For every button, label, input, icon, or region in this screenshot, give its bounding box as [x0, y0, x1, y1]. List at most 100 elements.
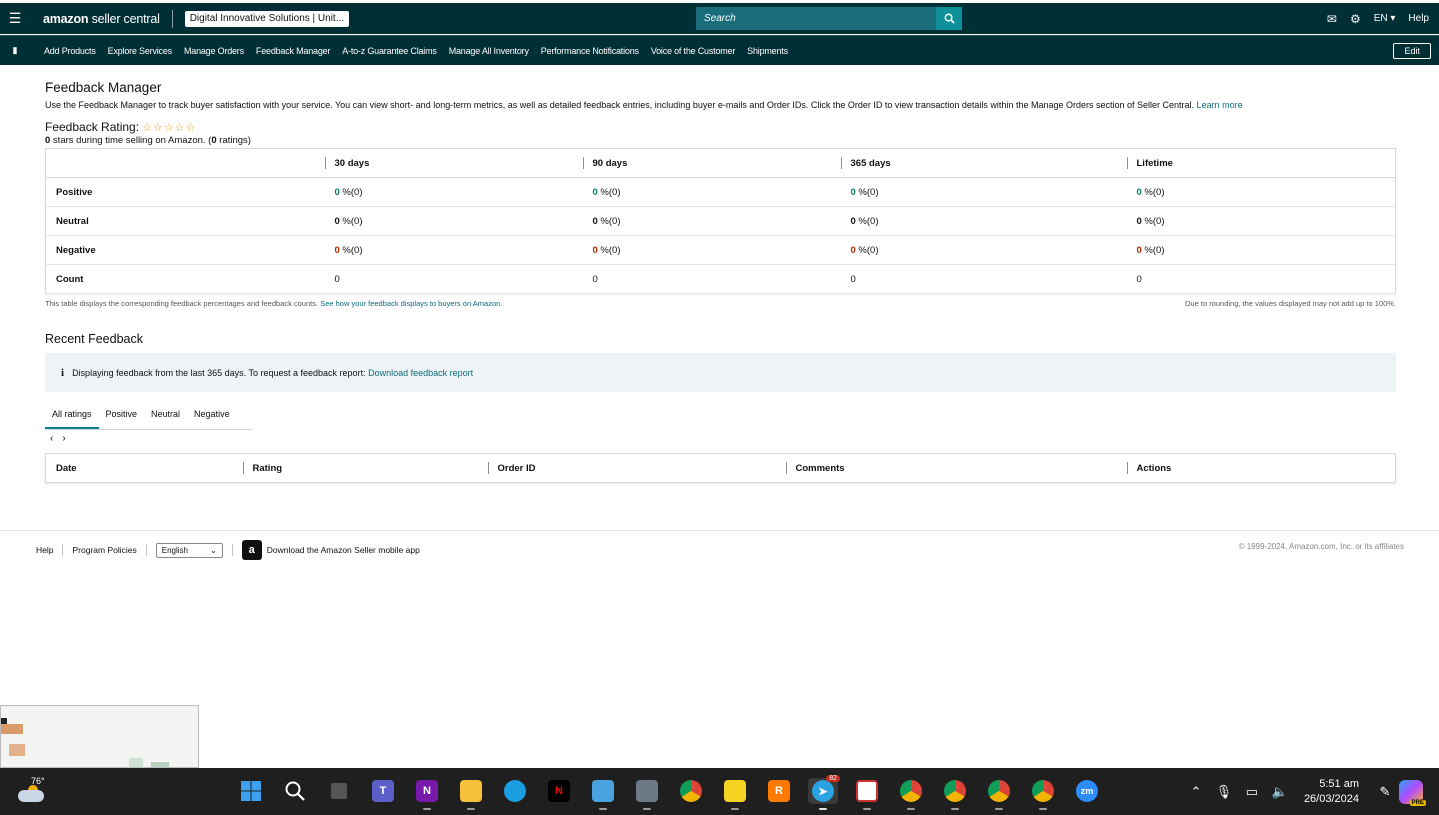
nav-voice-of-customer[interactable]: Voice of the Customer [651, 46, 736, 56]
table-header[interactable]: Comments [785, 454, 1127, 483]
feedback-rating: Feedback Rating: ☆☆☆☆☆ [45, 120, 1396, 134]
chrome-app[interactable] [676, 778, 706, 804]
weather-widget[interactable]: 76° [18, 776, 48, 804]
start-button[interactable] [236, 778, 266, 804]
nav-performance-notifications[interactable]: Performance Notifications [541, 46, 639, 56]
chrome-profile-app[interactable] [984, 778, 1014, 810]
rating-tabs: All ratings Positive Neutral Negative [45, 405, 252, 430]
mobile-app-link[interactable]: Download the Amazon Seller mobile app [267, 545, 420, 555]
running-indicator [1039, 808, 1047, 810]
table-header[interactable]: Date [46, 454, 243, 483]
telegram-app[interactable]: ➤ 82 [808, 775, 840, 810]
search-input[interactable]: Search [696, 7, 936, 30]
nav-shipments[interactable]: Shipments [747, 46, 788, 56]
notepad-app[interactable] [588, 778, 618, 810]
main-content: Feedback Manager Use the Feedback Manage… [45, 80, 1396, 483]
table-cell: 0 [1126, 264, 1396, 294]
tab-negative[interactable]: Negative [187, 405, 237, 429]
system-tray: ⌃ 🎙 ▭ 🔈 5:51 am 26/03/2024 ✎ PRE [1182, 768, 1439, 815]
nav-feedback-manager[interactable]: Feedback Manager [256, 46, 331, 56]
chrome-profile-app[interactable] [1028, 778, 1058, 810]
calculator-icon [636, 780, 658, 802]
remote-icon: R [768, 780, 790, 802]
search-button[interactable] [936, 7, 962, 30]
table-cell: 0 [324, 264, 583, 294]
network-icon[interactable]: ▭ [1238, 784, 1266, 800]
program-policies-link[interactable]: Program Policies [72, 545, 136, 555]
chevron-up-icon[interactable]: ⌃ [1182, 784, 1210, 800]
language-dropdown[interactable]: English ⌄ [155, 542, 223, 558]
volume-icon[interactable]: 🔈 [1266, 784, 1294, 800]
table-header: 30 days [324, 148, 583, 178]
nav-add-products[interactable]: Add Products [44, 46, 96, 56]
table-cell: 0 %(0) [324, 235, 583, 265]
learn-more-link[interactable]: Learn more [1197, 100, 1243, 110]
calculator-app[interactable] [632, 778, 662, 810]
edge-app[interactable] [500, 778, 530, 804]
chrome-profile-app[interactable] [940, 778, 970, 810]
chevron-left-icon[interactable]: ‹ [50, 433, 53, 444]
nav-manage-inventory[interactable]: Manage All Inventory [449, 46, 529, 56]
edit-nav-button[interactable]: Edit [1393, 43, 1431, 59]
recent-feedback-title: Recent Feedback [45, 332, 143, 346]
search-icon [285, 781, 305, 801]
table-header-empty [45, 148, 325, 178]
seller-central-logo[interactable]: amazon seller central [43, 12, 160, 26]
footer-help-link[interactable]: Help [36, 545, 53, 555]
search-taskbar-button[interactable] [280, 778, 310, 804]
row-label: Negative [45, 235, 325, 265]
task-view-button[interactable] [324, 778, 354, 804]
copilot-badge: PRE [1409, 799, 1426, 806]
date: 26/03/2024 [1303, 792, 1359, 805]
nav-explore-services[interactable]: Explore Services [108, 46, 173, 56]
account-switcher[interactable]: Digital Innovative Solutions | Unit... [184, 10, 350, 27]
chrome-icon [988, 780, 1010, 802]
nav-a-to-z-claims[interactable]: A-to-z Guarantee Claims [342, 46, 437, 56]
nav-manage-orders[interactable]: Manage Orders [184, 46, 244, 56]
table-header-row: 30 days 90 days 365 days Lifetime [45, 148, 1396, 178]
mail-icon[interactable]: ✉ [1327, 12, 1337, 26]
chrome-profile-app[interactable] [896, 778, 926, 810]
window-thumbnail[interactable] [0, 705, 199, 768]
table-cell: 0 %(0) [840, 206, 1127, 236]
copilot-button[interactable]: PRE [1399, 779, 1426, 806]
info-text: Displaying feedback from the last 365 da… [72, 367, 366, 378]
table-header[interactable]: Order ID [487, 454, 786, 483]
sticky-notes-app[interactable] [720, 778, 750, 810]
header-actions: ✉ ⚙ EN ▾ Help [1327, 3, 1429, 34]
rating-summary: 0 stars during time selling on Amazon. (… [45, 135, 251, 146]
onenote-app[interactable]: N [412, 778, 442, 810]
tab-all-ratings[interactable]: All ratings [45, 405, 99, 429]
running-indicator [643, 808, 651, 810]
notification-icon[interactable]: ✎ [1371, 784, 1399, 800]
zoom-app[interactable]: zm [1072, 778, 1102, 804]
onenote-icon: N [416, 780, 438, 802]
table-notes: This table displays the corresponding fe… [45, 299, 1396, 308]
tab-positive[interactable]: Positive [99, 405, 145, 429]
file-explorer-app[interactable] [456, 778, 486, 810]
feedback-display-link[interactable]: See how your feedback displays to buyers… [320, 299, 502, 308]
netflix-app[interactable]: N [544, 778, 574, 804]
microphone-icon[interactable]: 🎙 [1210, 784, 1238, 800]
language-selector[interactable]: EN ▾ [1374, 13, 1396, 24]
running-indicator [951, 808, 959, 810]
snipping-tool-app[interactable] [852, 778, 882, 810]
chevron-right-icon[interactable]: › [62, 433, 65, 444]
running-indicator [863, 808, 871, 810]
menu-icon[interactable]: ☰ [0, 3, 30, 34]
clock[interactable]: 5:51 am 26/03/2024 [1304, 777, 1359, 807]
download-report-link[interactable]: Download feedback report [368, 368, 473, 378]
amazon-app-icon[interactable]: a [241, 540, 262, 560]
gear-icon[interactable]: ⚙ [1350, 12, 1361, 26]
table-header[interactable]: Rating [242, 454, 488, 483]
remote-app[interactable]: R [764, 778, 794, 804]
help-link[interactable]: Help [1408, 13, 1429, 24]
bookmark-icon[interactable]: ▮ [0, 45, 30, 56]
pagination: ‹ › [50, 433, 1396, 444]
tab-neutral[interactable]: Neutral [144, 405, 187, 429]
rounding-note: Due to rounding, the values displayed ma… [1185, 299, 1396, 308]
table-cell: 0 %(0) [582, 206, 841, 236]
row-label: Neutral [45, 206, 325, 236]
teams-app[interactable]: T [368, 778, 398, 804]
info-icon: i [61, 366, 65, 379]
